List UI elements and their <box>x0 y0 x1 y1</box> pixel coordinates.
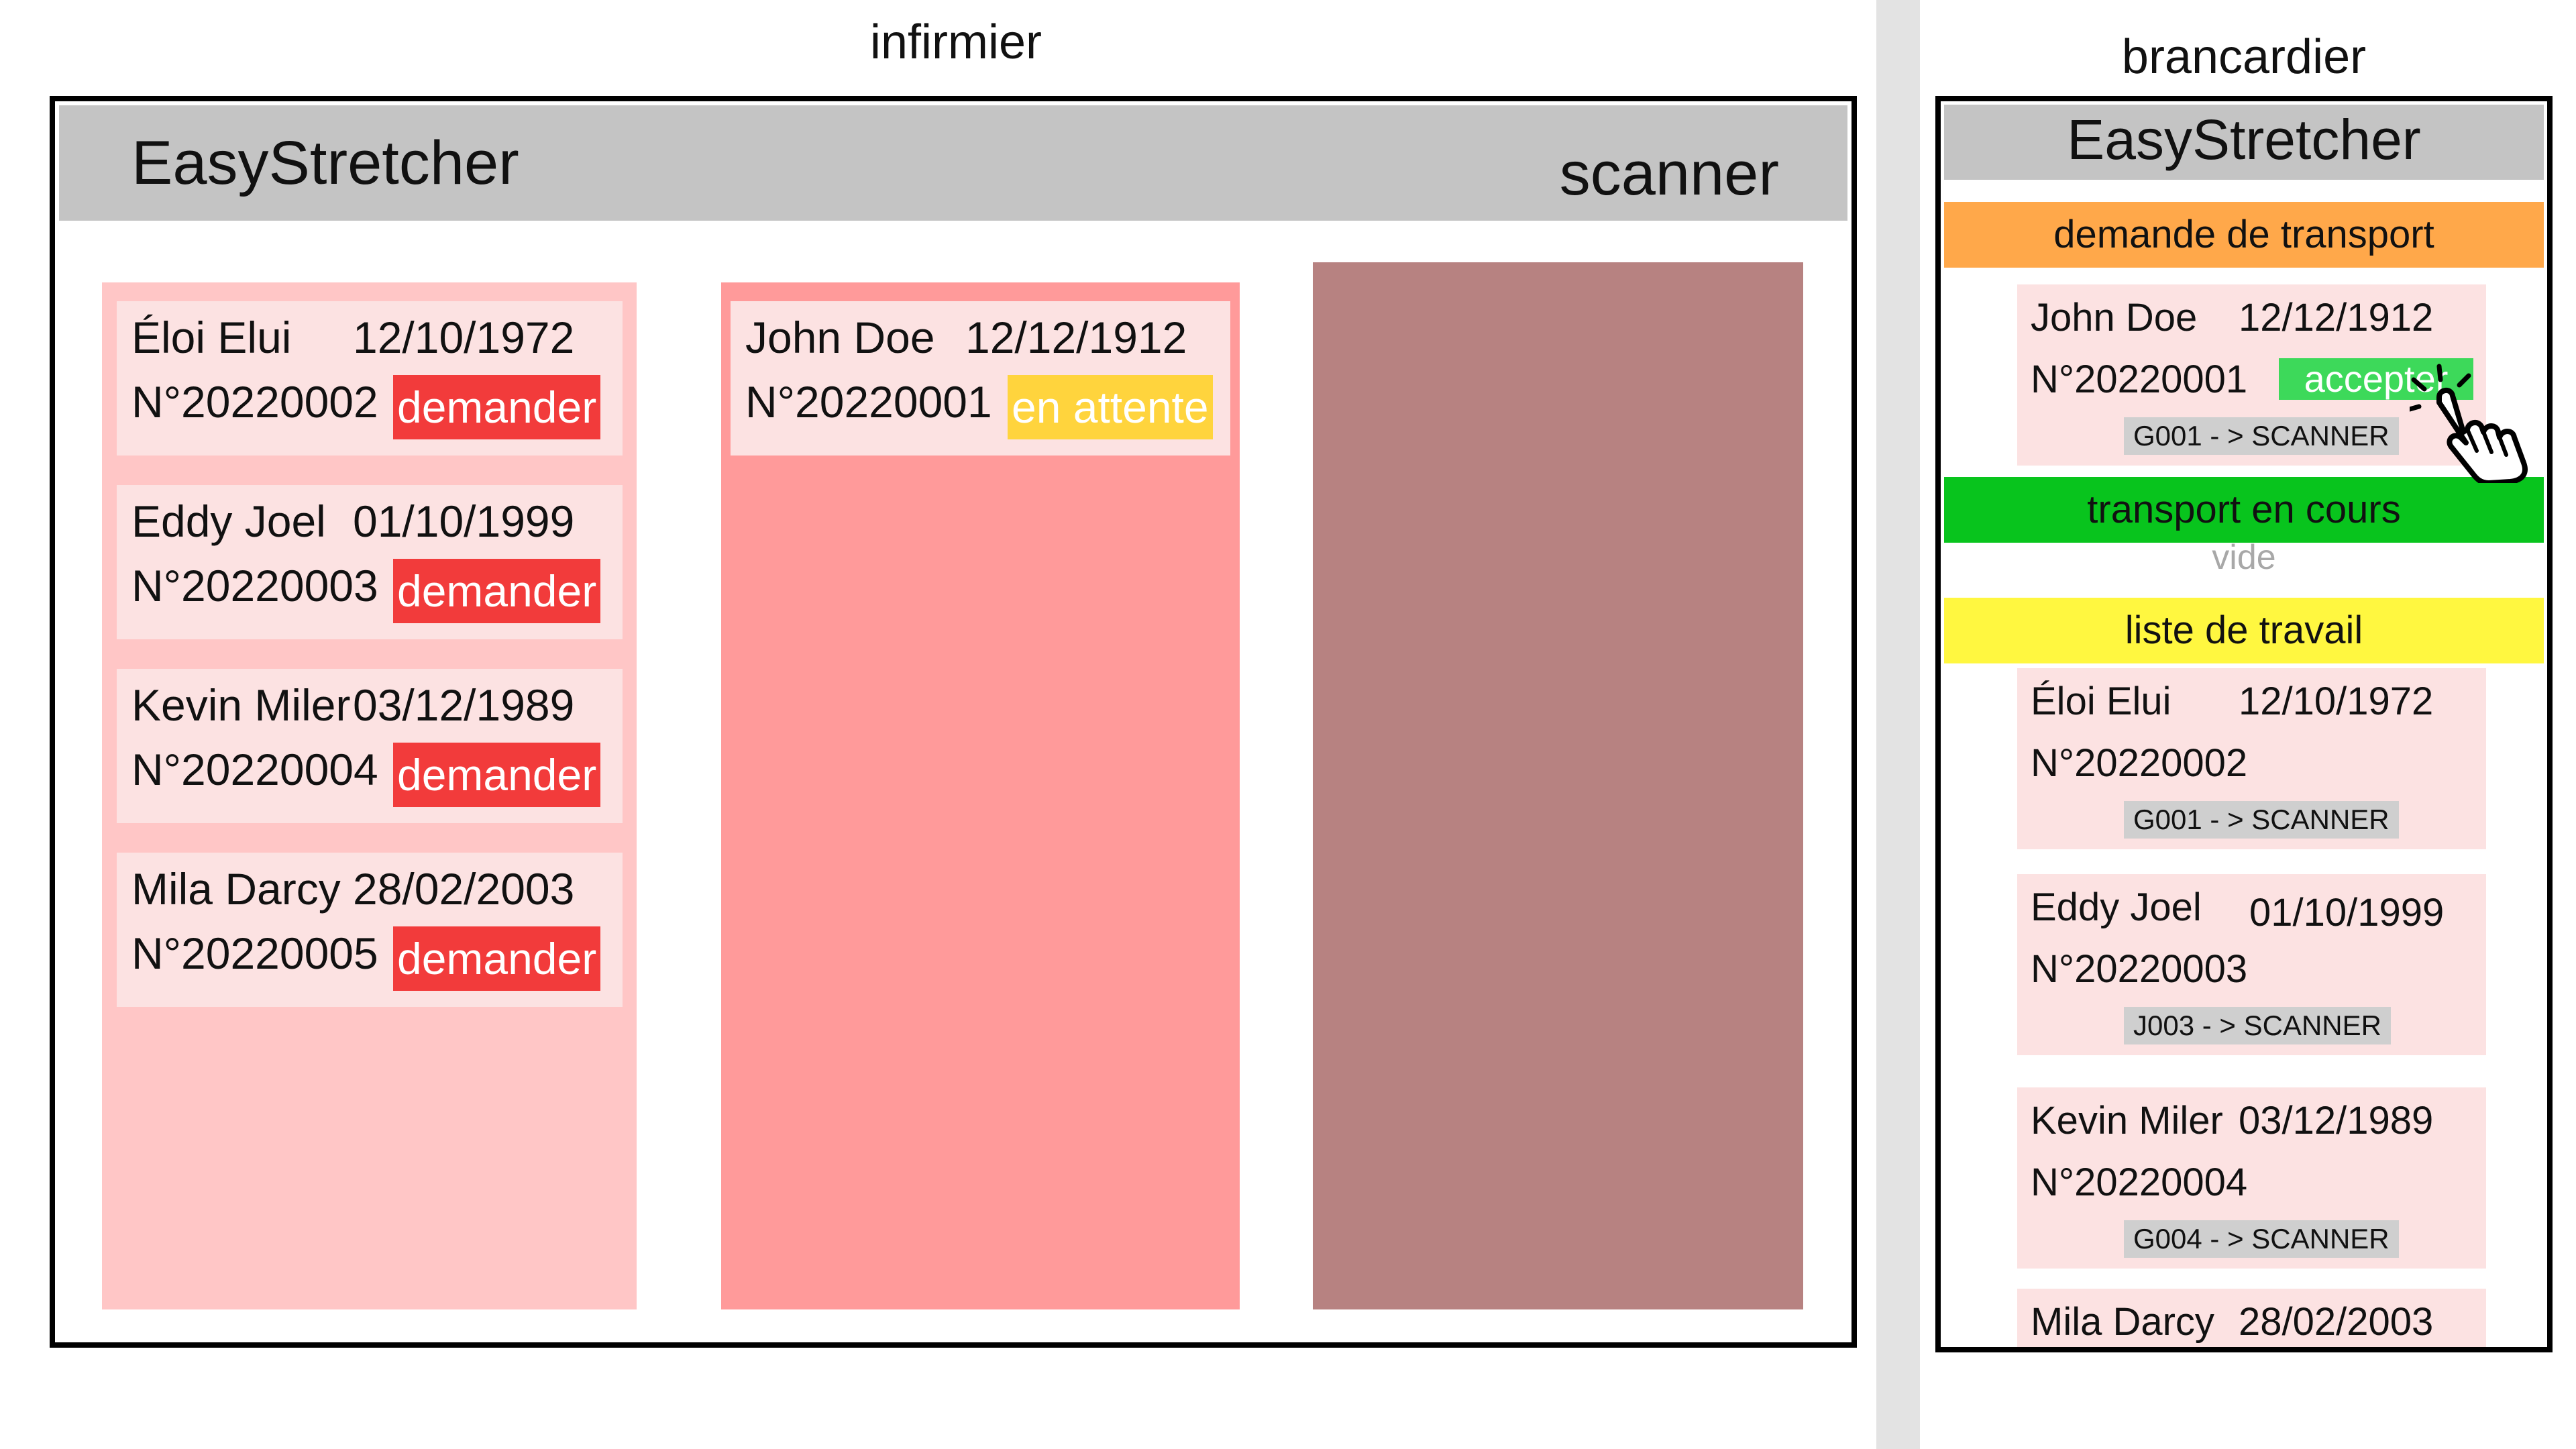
patient-number: N°20220001 <box>745 377 992 427</box>
patient-dob: 01/10/1999 <box>353 496 575 546</box>
patient-card: Éloi Elui 12/10/1972 N°20220002 demander <box>117 301 623 455</box>
in-transport-column <box>1313 262 1803 1309</box>
empty-state-text: vide <box>2212 538 2276 577</box>
patient-dob: 03/12/1989 <box>353 680 575 730</box>
nurse-app-header: EasyStretcher scanner <box>59 105 1847 221</box>
waiting-status-badge: en attente <box>1008 375 1213 439</box>
patient-name: Éloi Elui <box>131 313 292 362</box>
patient-dob: 12/10/1972 <box>2239 680 2434 723</box>
patient-name: Mila Darcy <box>2031 1300 2214 1344</box>
nurse-app-window: EasyStretcher scanner Éloi Elui 12/10/19… <box>50 96 1857 1348</box>
patient-name: Eddy Joel <box>131 496 326 546</box>
patient-name: John Doe <box>745 313 935 362</box>
patient-number: N°20220004 <box>131 745 378 794</box>
work-list-item[interactable]: Éloi Elui 12/10/1972 N°20220002 G001 - >… <box>2017 668 2486 849</box>
screen-divider <box>1876 0 1920 1449</box>
patient-number: N°20220005 <box>131 928 378 978</box>
patient-name: Kevin Miler <box>131 680 351 730</box>
patient-dob: 12/10/1972 <box>353 313 575 362</box>
porter-app-header: EasyStretcher <box>1944 105 2544 180</box>
patient-number: N°20220003 <box>131 561 378 610</box>
nurse-section-label: infirmier <box>869 15 1042 69</box>
patient-dob: 12/12/1912 <box>965 313 1187 362</box>
patient-card: John Doe 12/12/1912 N°20220001 en attent… <box>731 301 1230 455</box>
patient-dob: 12/12/1912 <box>2239 296 2434 339</box>
request-transport-button[interactable]: demander <box>393 559 601 623</box>
patient-number: N°20220002 <box>131 377 378 427</box>
patient-card: Mila Darcy 28/02/2003 N°20220005 demande… <box>117 853 623 1007</box>
patient-number: N°20220002 <box>2031 741 2248 785</box>
request-transport-button[interactable]: demander <box>393 743 601 807</box>
request-transport-button[interactable]: demander <box>393 926 601 991</box>
patient-name: Mila Darcy <box>131 864 341 914</box>
patient-number: N°20220001 <box>2031 358 2248 401</box>
porter-app-window: EasyStretcher demande de transport John … <box>1935 96 2553 1352</box>
patient-name: Kevin Miler <box>2031 1099 2223 1142</box>
patient-dob: 28/02/2003 <box>353 864 575 914</box>
route-badge: G001 - > SCANNER <box>2124 417 2399 455</box>
transport-request-header: demande de transport <box>1944 202 2544 268</box>
patient-card: Eddy Joel 01/10/1999 N°20220003 demander <box>117 485 623 639</box>
route-badge: G001 - > SCANNER <box>2124 801 2399 839</box>
route-badge: J003 - > SCANNER <box>2124 1007 2391 1044</box>
route-badge: G004 - > SCANNER <box>2124 1220 2399 1258</box>
patient-number: N°20220004 <box>2031 1161 2248 1204</box>
transport-in-progress-header: transport en cours <box>1944 477 2544 543</box>
patient-name: Éloi Elui <box>2031 680 2171 723</box>
work-list-item[interactable]: Eddy Joel 01/10/1999 N°20220003 J003 - >… <box>2017 874 2486 1055</box>
patient-name: Eddy Joel <box>2031 885 2202 929</box>
patient-card: Kevin Miler 03/12/1989 N°20220004 demand… <box>117 669 623 823</box>
patient-dob: 01/10/1999 <box>2249 891 2445 934</box>
work-list-header: liste de travail <box>1944 598 2544 663</box>
service-name: scanner <box>1559 140 1779 208</box>
hand-pointer-icon <box>2410 364 2528 483</box>
work-list-item[interactable]: Kevin Miler 03/12/1989 N°20220004 G004 -… <box>2017 1087 2486 1269</box>
app-title: EasyStretcher <box>131 129 519 197</box>
patient-dob: 28/02/2003 <box>2239 1300 2434 1344</box>
pending-patients-column: Éloi Elui 12/10/1972 N°20220002 demander… <box>102 282 637 1309</box>
patient-name: John Doe <box>2031 296 2198 339</box>
porter-section-label: brancardier <box>2121 30 2367 84</box>
patient-number: N°20220003 <box>2031 947 2248 991</box>
request-transport-button[interactable]: demander <box>393 375 601 439</box>
requested-patients-column: John Doe 12/12/1912 N°20220001 en attent… <box>721 282 1240 1309</box>
work-list-item[interactable]: Mila Darcy 28/02/2003 <box>2017 1289 2486 1347</box>
patient-dob: 03/12/1989 <box>2239 1099 2434 1142</box>
app-title: EasyStretcher <box>2067 108 2421 171</box>
